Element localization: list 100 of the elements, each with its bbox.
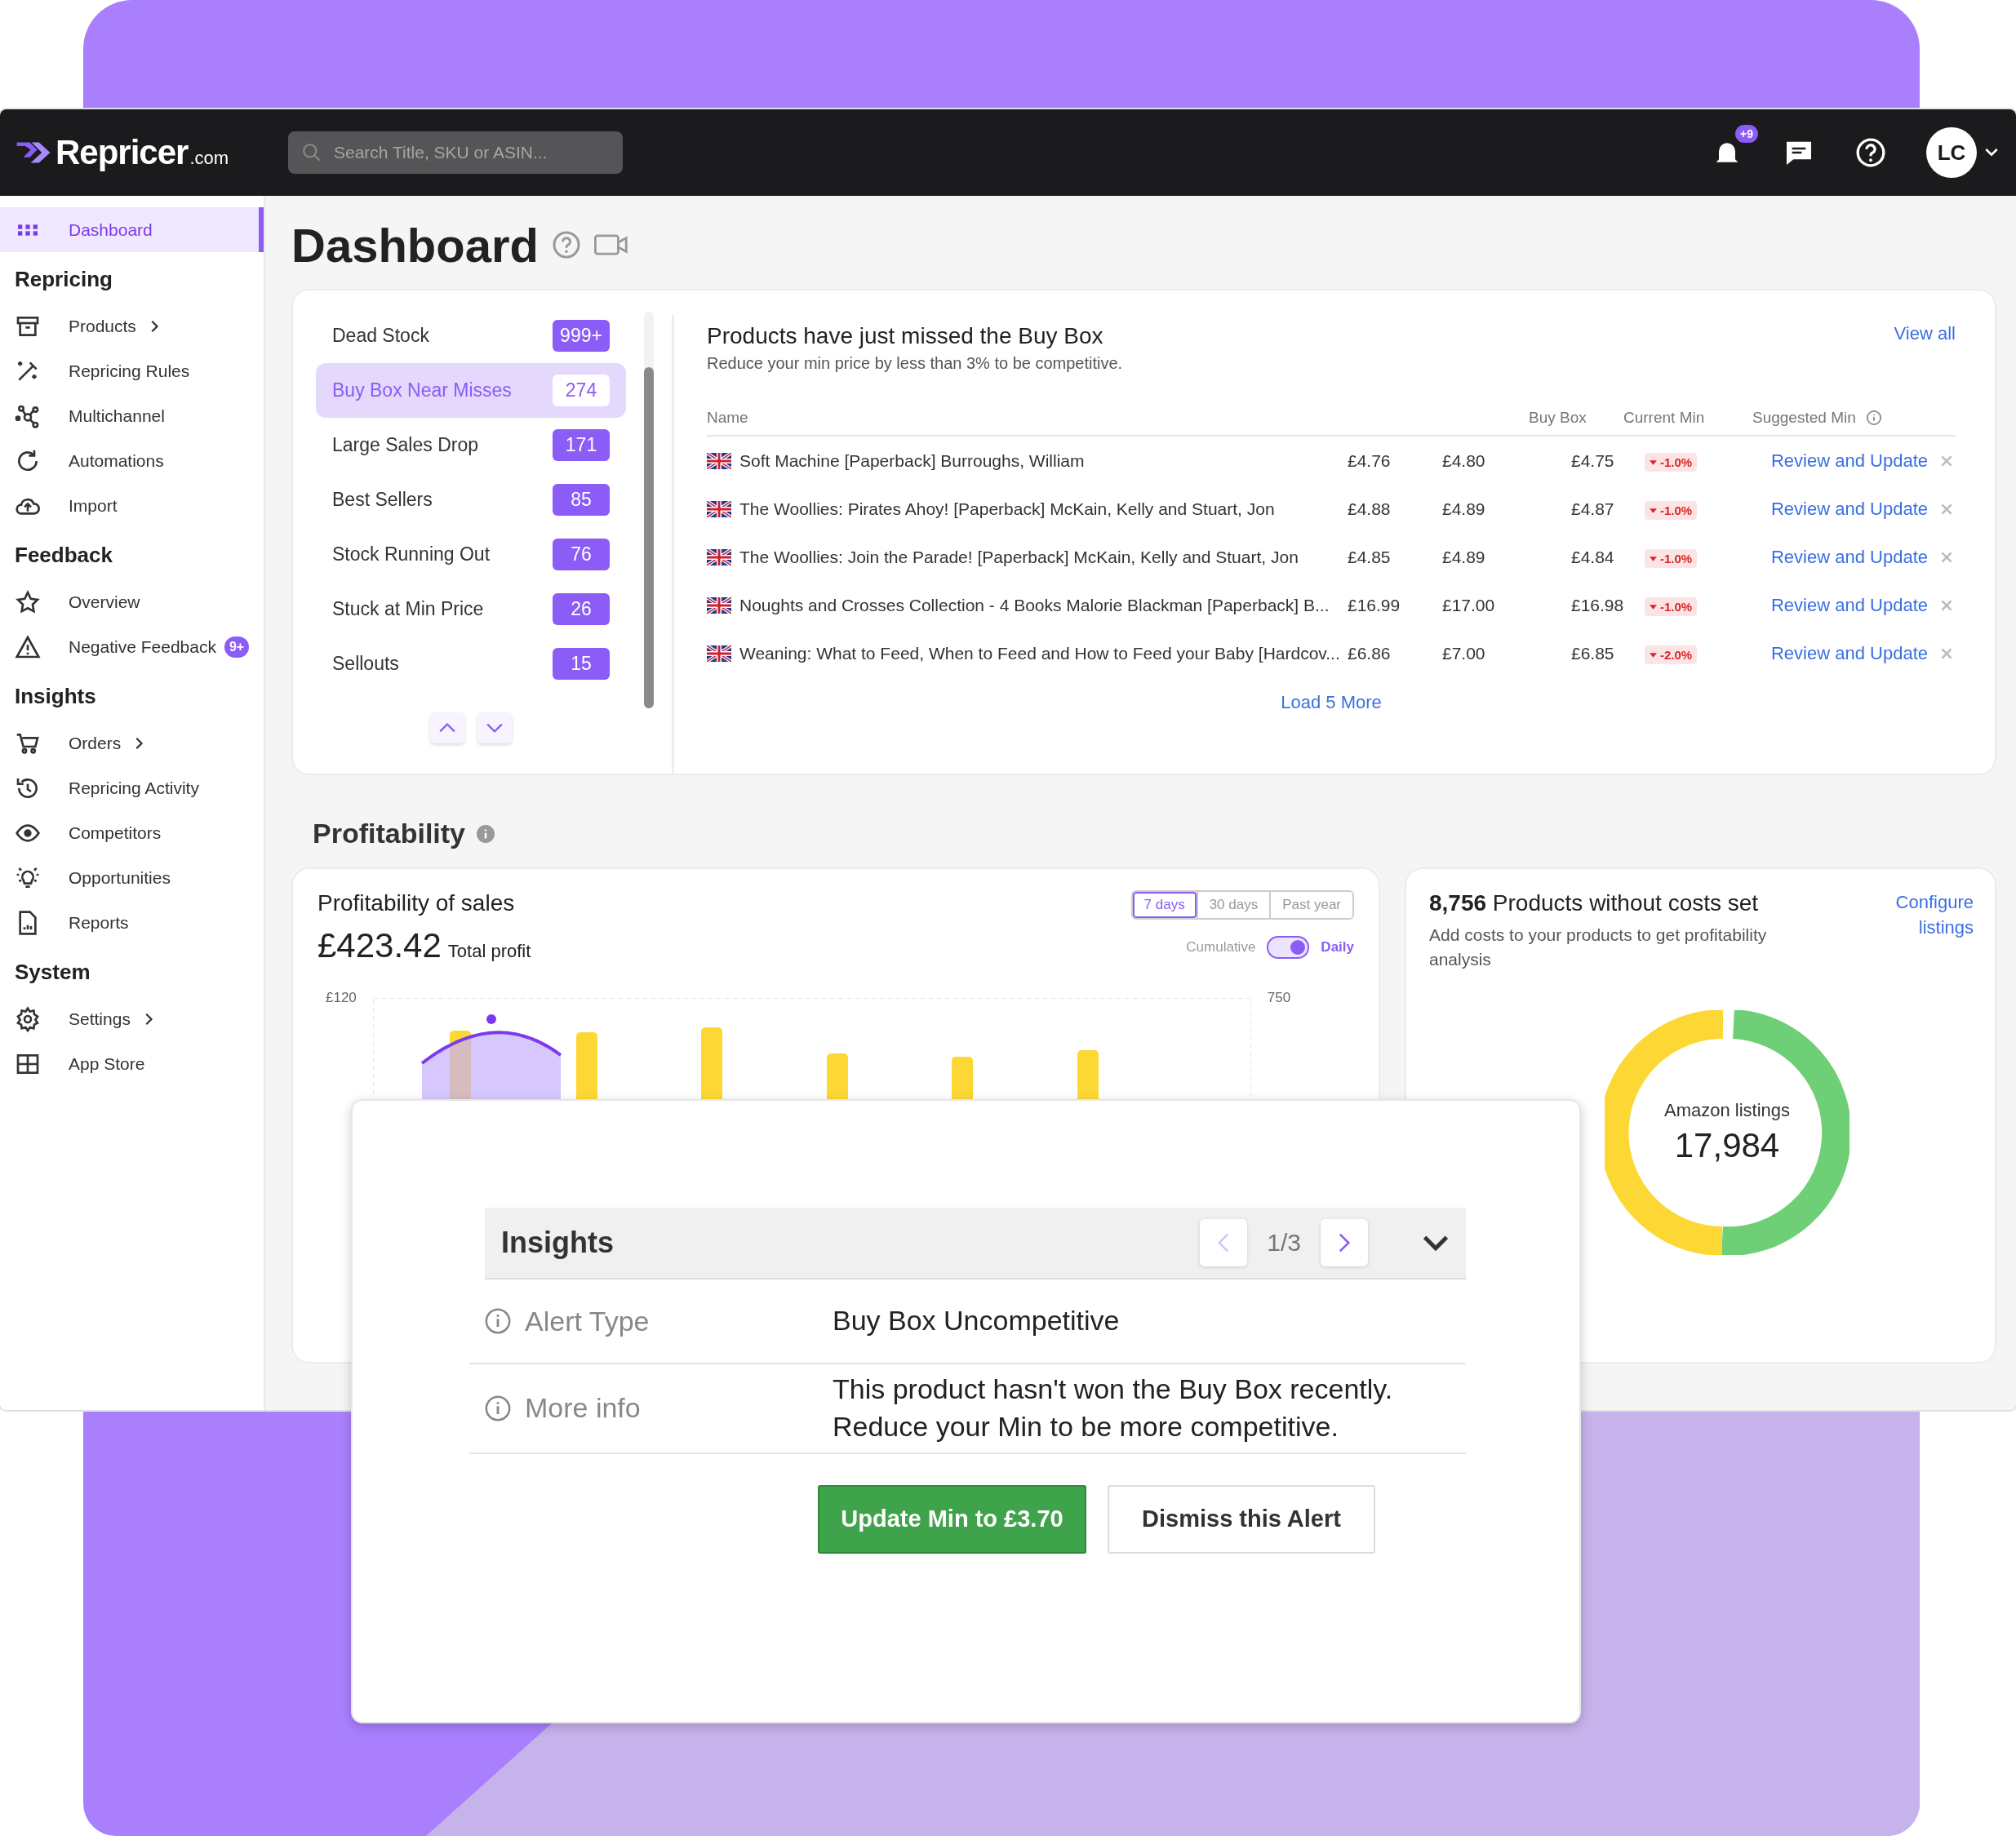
product-name: Weaning: What to Feed, When to Feed and How to Feed your Baby [Hardcov... xyxy=(739,643,1340,663)
flag-icon xyxy=(707,452,731,469)
toggle-switch[interactable] xyxy=(1267,936,1310,959)
sidebar-item[interactable]: Repricing Rules xyxy=(0,348,264,393)
count-badge: 85 xyxy=(553,484,610,516)
product-name: Soft Machine [Paperback] Burroughs, William xyxy=(739,450,1085,471)
section-heading: Feedback xyxy=(14,542,113,569)
field-label: Alert Type xyxy=(525,1305,650,1337)
range-tab[interactable]: 7 days xyxy=(1132,892,1197,918)
sidebar-item-label: App Store xyxy=(69,1053,145,1074)
flag-icon xyxy=(707,596,731,614)
sidebar-item[interactable]: Repricing Activity xyxy=(0,765,264,810)
toggle-label: Cumulative xyxy=(1186,939,1256,956)
change-badge: -2.0% xyxy=(1645,645,1698,665)
info-icon[interactable] xyxy=(477,824,495,843)
sidebar-item-label: Repricing Rules xyxy=(69,361,190,381)
sidebar-item-label: Automations xyxy=(69,450,164,471)
category-label: Sellouts xyxy=(332,653,399,675)
change-badge: -1.0% xyxy=(1645,501,1698,521)
sidebar-item[interactable]: Automations xyxy=(0,438,264,483)
sidebar-item[interactable]: Orders xyxy=(0,721,264,765)
view-all-link[interactable]: View all xyxy=(1894,323,1956,344)
category-item[interactable]: Stock Running Out 76 xyxy=(316,527,626,582)
sidebar-item[interactable]: Opportunities xyxy=(0,855,264,900)
count-badge: 999+ xyxy=(553,320,610,352)
field-value: This product hasn't won the Buy Box recently. Reduce your Min to be more competitive. xyxy=(833,1373,1394,1444)
sidebar-item[interactable]: Settings xyxy=(0,996,264,1041)
load-more-link[interactable]: Load 5 More xyxy=(1281,692,1382,712)
table-cell-text: £6.85 xyxy=(1571,643,1615,663)
down-triangle-icon xyxy=(1650,508,1657,513)
dismiss-button[interactable]: Dismiss this Alert xyxy=(1108,1484,1375,1554)
field-label: More info xyxy=(525,1392,641,1425)
sidebar-item[interactable]: Negative Feedback 9+ xyxy=(0,624,264,669)
close-icon[interactable] xyxy=(1941,647,1952,659)
sidebar-item[interactable]: Import xyxy=(0,483,264,528)
down-triangle-icon xyxy=(1650,652,1657,658)
category-item[interactable]: Dead Stock 999+ xyxy=(316,308,626,363)
close-icon[interactable] xyxy=(1941,599,1952,611)
category-item[interactable]: Stuck at Min Price 26 xyxy=(316,582,626,636)
flag-icon xyxy=(707,645,731,662)
sidebar-item[interactable]: Multichannel xyxy=(0,393,264,438)
total-label: Total profit xyxy=(447,941,531,962)
caret-icon[interactable] xyxy=(1985,148,1998,157)
table-cell-text: £16.98 xyxy=(1571,595,1625,615)
table-cell-text: £7.00 xyxy=(1442,643,1486,663)
review-link[interactable]: Review and Update xyxy=(1747,642,1928,664)
close-icon[interactable] xyxy=(1941,455,1952,467)
sidebar-item-label: Orders xyxy=(69,733,122,753)
review-link[interactable]: Review and Update xyxy=(1747,594,1928,616)
category-label: Buy Box Near Misses xyxy=(332,379,512,401)
table-cell-text: £4.88 xyxy=(1348,499,1392,519)
gear-icon xyxy=(15,1005,41,1032)
category-item[interactable]: Best Sellers 85 xyxy=(316,472,626,527)
review-link[interactable]: Review and Update xyxy=(1747,498,1928,520)
info-icon xyxy=(484,1307,512,1335)
configure-link[interactable]: Configure listings xyxy=(1884,890,1974,973)
column-header: Suggested Min xyxy=(1752,409,1928,427)
sidebar-item-label: Competitors xyxy=(69,823,162,843)
count-badge: 15 xyxy=(553,648,610,680)
chevron-down-icon[interactable] xyxy=(1422,1235,1450,1251)
sidebar-item[interactable]: Overview xyxy=(0,579,264,624)
category-item[interactable]: Buy Box Near Misses 274 xyxy=(316,363,626,418)
table-cell-text: £16.99 xyxy=(1348,595,1401,615)
close-icon[interactable] xyxy=(1941,551,1952,563)
user-avatar[interactable]: LC xyxy=(1926,127,1977,178)
review-link[interactable]: Review and Update xyxy=(1747,450,1928,472)
sidebar-item-label: Overview xyxy=(69,592,140,612)
category-label: Best Sellers xyxy=(332,489,433,511)
category-item[interactable]: Large Sales Drop 171 xyxy=(316,418,626,472)
sidebar-item[interactable]: Competitors xyxy=(0,810,264,855)
table-cell-text: £4.75 xyxy=(1571,450,1615,471)
category-item[interactable]: Sellouts 15 xyxy=(316,636,626,691)
count-badge: 76 xyxy=(553,539,610,570)
star-icon xyxy=(15,588,41,615)
scroll-up-button[interactable] xyxy=(430,712,464,743)
close-icon[interactable] xyxy=(1941,503,1952,515)
flag-icon xyxy=(707,548,731,565)
table-cell-text: £6.86 xyxy=(1348,643,1392,663)
info-icon xyxy=(1865,410,1882,426)
scrollbar[interactable] xyxy=(644,312,654,708)
help-icon[interactable] xyxy=(1854,136,1887,169)
category-label: Stuck at Min Price xyxy=(332,598,484,620)
sidebar-item[interactable]: Products xyxy=(0,304,264,348)
section-heading: System xyxy=(14,959,91,986)
change-badge: -1.0% xyxy=(1645,549,1698,569)
axis-label: £120 xyxy=(326,990,357,1006)
video-camera-icon[interactable] xyxy=(593,233,628,256)
next-button[interactable] xyxy=(1321,1219,1368,1266)
search-field[interactable]: Search Title, SKU or ASIN... xyxy=(288,131,623,174)
sidebar-item[interactable]: Dashboard xyxy=(0,207,264,252)
page-counter: 1/3 xyxy=(1267,1229,1301,1257)
card-title: Profitability of sales xyxy=(317,890,516,916)
chevron-right-icon xyxy=(1338,1232,1351,1253)
scroll-down-button[interactable] xyxy=(477,712,512,743)
table-cell-text: £4.84 xyxy=(1571,547,1615,567)
category-label: Stock Running Out xyxy=(332,543,491,565)
sidebar-item[interactable]: Reports xyxy=(0,900,264,945)
sidebar-item[interactable]: App Store xyxy=(0,1041,264,1086)
review-link[interactable]: Review and Update xyxy=(1747,546,1928,568)
donut-label: Amazon listings xyxy=(1663,1099,1791,1121)
